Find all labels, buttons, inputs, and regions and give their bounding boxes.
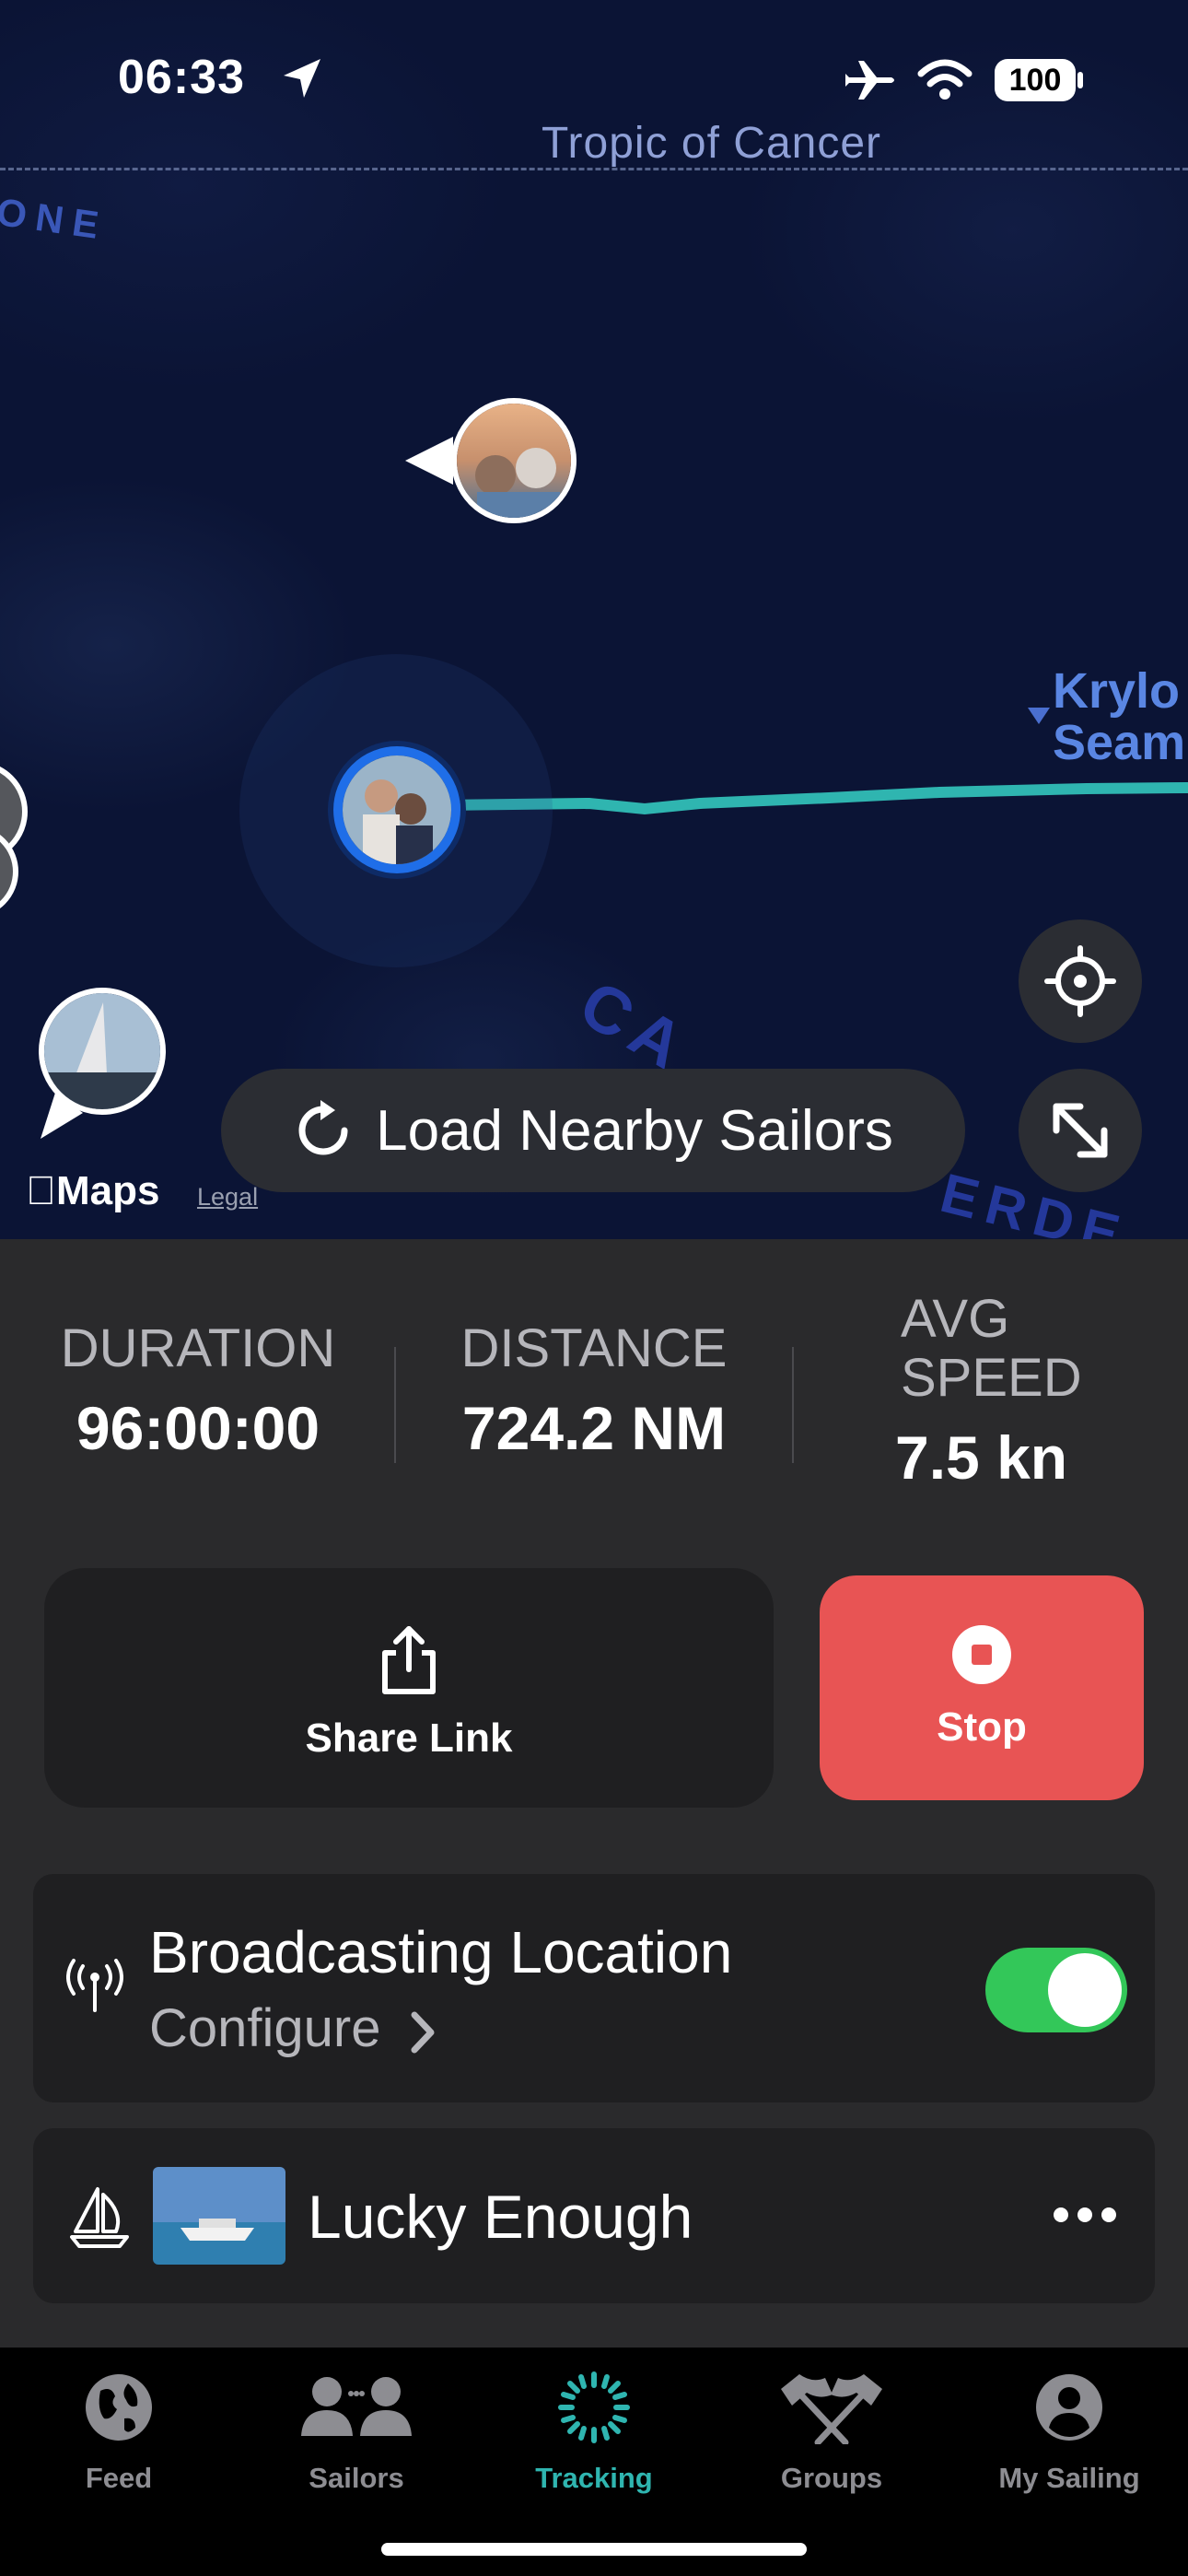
share-link-label: Share Link [305,1715,513,1761]
battery-indicator: 100 [995,59,1076,101]
flags-icon [781,2374,882,2444]
maps-provider-label: Maps [26,1168,159,1213]
crosshair-icon [1044,945,1116,1017]
tab-feed-label: Feed [85,2462,153,2494]
tab-groups-label: Groups [780,2462,883,2494]
load-nearby-sailors-button[interactable]: Load Nearby Sailors [221,1069,965,1192]
recenter-button[interactable] [1019,919,1142,1043]
tab-sailors-label: Sailors [309,2462,404,2494]
airplane-icon [845,61,894,100]
broadcasting-location-title: Broadcasting Location [149,1919,733,1985]
boat-photo [153,2167,285,2265]
sailor-direction-icon-2 [41,1093,83,1139]
chevron-right-icon [411,2011,435,2054]
apple-logo-icon:  [26,1168,56,1213]
share-icon [382,1626,436,1694]
avg-speed-label-line2: SPEED [901,1348,1082,1408]
distance-stat: DISTANCE 724.2 NM [424,1319,764,1463]
stop-label: Stop [937,1704,1027,1750]
status-bar: 06:33 100 [0,0,1188,138]
my-location-avatar[interactable] [333,746,460,873]
sailboat-icon [70,2187,129,2248]
location-arrow-icon [284,59,320,98]
apple-maps-attribution: Maps [26,1168,159,1214]
sailor-avatar-1[interactable] [451,398,577,523]
globe-icon [86,2374,152,2441]
distance-value: 724.2 NM [461,1394,727,1462]
configure-link[interactable]: Configure [149,1997,437,2059]
duration-label: DURATION [60,1318,336,1378]
duration-stat: DURATION 96:00:00 [37,1319,359,1463]
load-nearby-sailors-label: Load Nearby Sailors [376,1098,893,1163]
avg-speed-label-line1: AVG [901,1289,1010,1349]
tab-tracking-label: Tracking [535,2462,653,2494]
status-time: 06:33 [118,51,245,104]
stop-circle-icon [952,1625,1011,1684]
avg-speed-value: 7.5 kn [895,1423,1068,1492]
track-line [239,654,1188,967]
broadcast-toggle[interactable] [985,1948,1127,2032]
more-options-icon[interactable] [1052,2206,1118,2224]
boat-name: Lucky Enough [308,2183,693,2251]
expand-map-button[interactable] [1019,1069,1142,1192]
stop-button[interactable]: Stop [820,1575,1144,1800]
configure-label: Configure [149,1998,381,2058]
battery-level: 100 [1008,63,1062,98]
expand-arrows-icon [1053,1103,1108,1158]
sailor-direction-icon [405,437,453,485]
avg-speed-stat: AVG SPEED 7.5 kn [866,1290,1114,1493]
people-icon [301,2377,412,2436]
antenna-broadcast-icon [66,1959,123,2012]
tab-my-sailing-label: My Sailing [998,2462,1140,2494]
tracking-icon [558,2371,630,2443]
stat-divider [394,1347,396,1463]
tab-bar: Feed Sailors Tracking Groups My Sailing [0,2348,1188,2576]
toggle-knob [1048,1953,1122,2027]
share-link-button[interactable]: Share Link [44,1568,774,1808]
stat-divider [792,1347,794,1463]
battery-cap [1077,72,1083,88]
map-view[interactable]: Tropic of Cancer ONE Krylo Seam CA ERDE … [0,0,1188,1239]
wifi-icon [917,59,973,100]
legal-link[interactable]: Legal [197,1183,258,1212]
person-circle-icon [1036,2374,1102,2441]
home-indicator[interactable] [381,2543,807,2556]
refresh-icon [298,1100,348,1155]
duration-value: 96:00:00 [76,1394,320,1462]
distance-label: DISTANCE [460,1318,728,1378]
boat-card[interactable]: Lucky Enough [33,2128,1155,2303]
